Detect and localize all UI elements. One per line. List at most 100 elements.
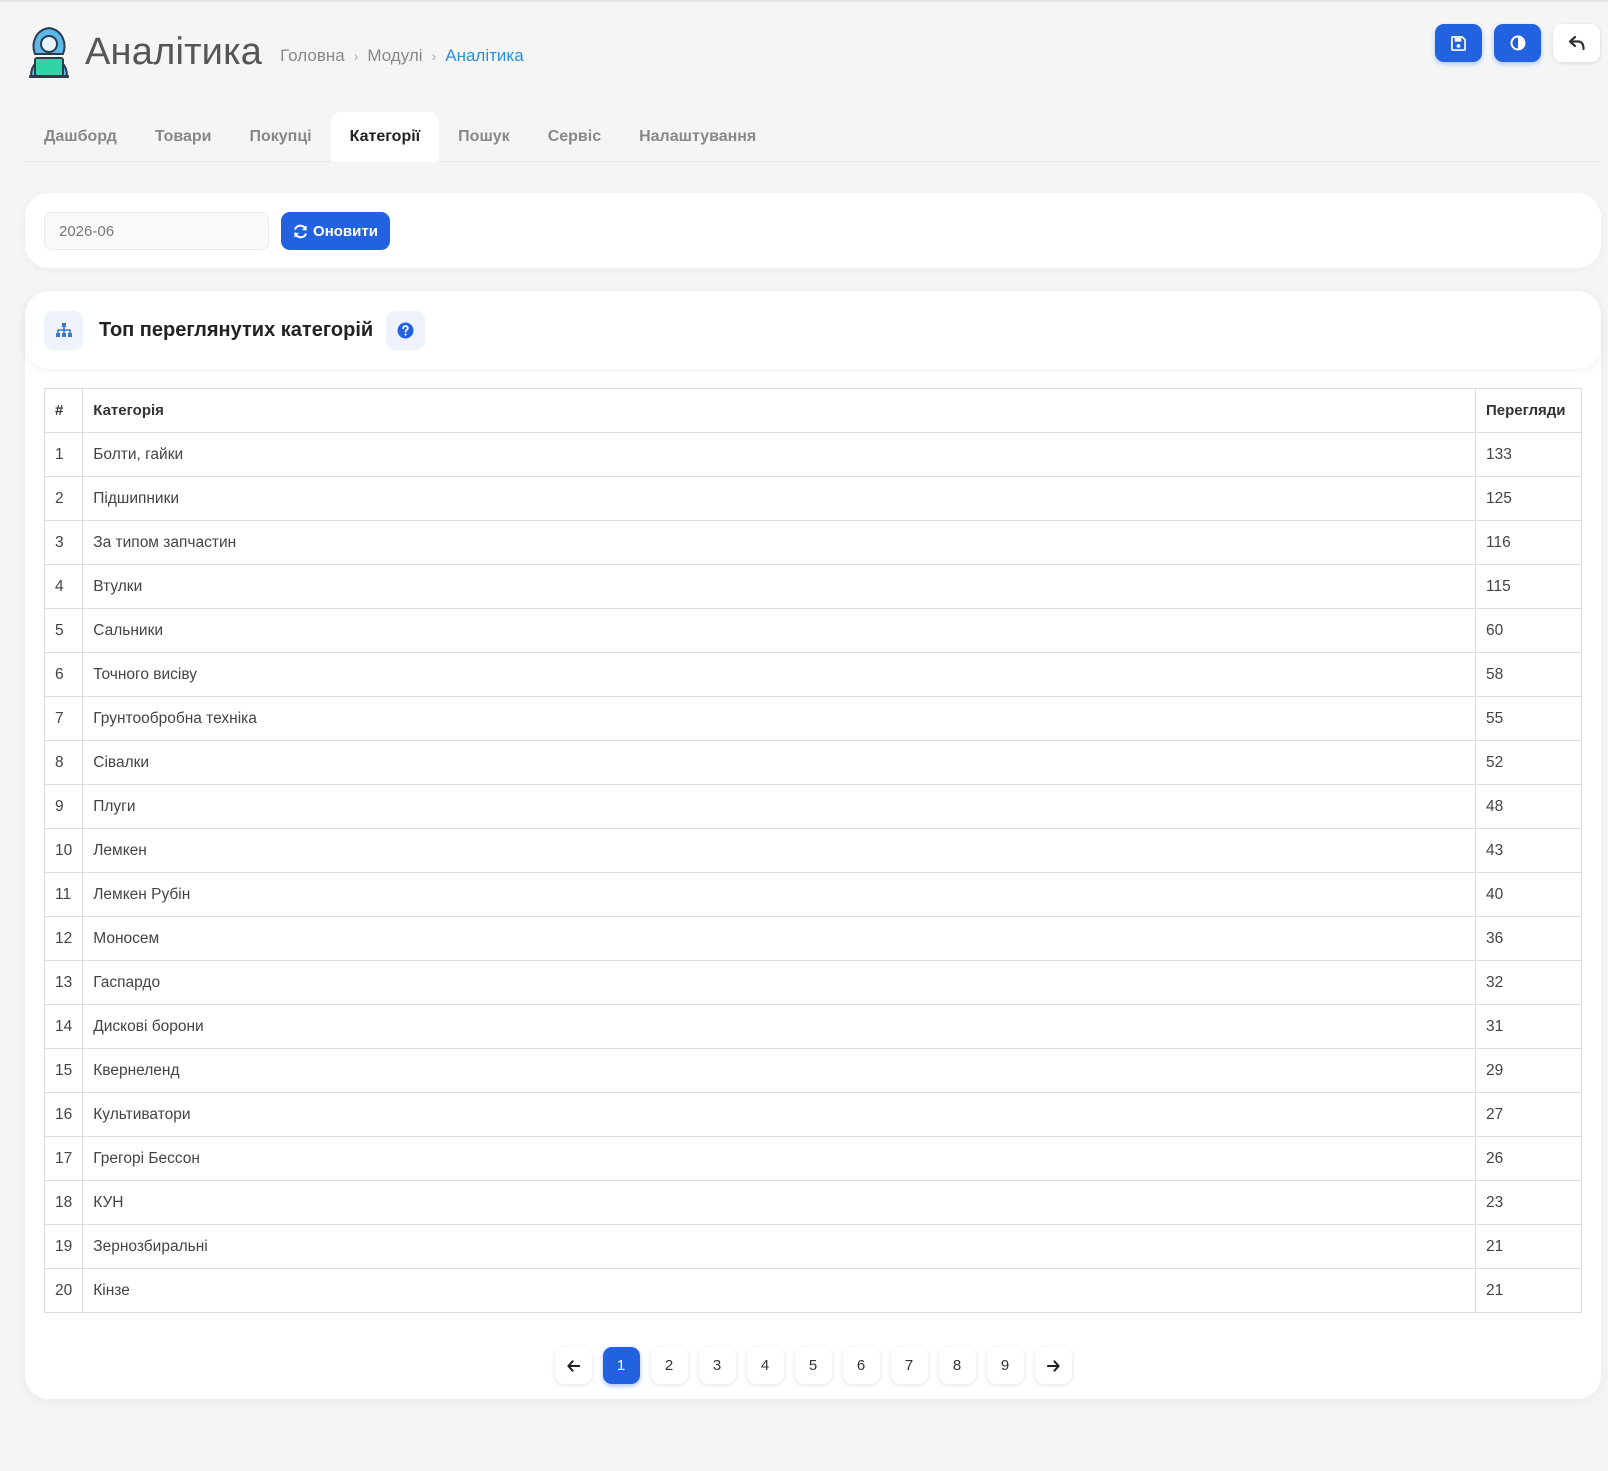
views-cell: 27 [1475,1092,1582,1137]
arrow-right-icon [1046,1359,1060,1372]
category-cell: Грунтообробна техніка [82,696,1476,741]
page-button-4[interactable]: 4 [746,1347,784,1384]
category-cell: Дискові борони [82,1004,1476,1049]
views-cell: 125 [1475,476,1582,521]
views-cell: 116 [1475,520,1582,565]
category-cell: Лемкен Рубін [82,872,1476,917]
month-input[interactable] [44,212,269,250]
next-page-button[interactable] [1034,1347,1072,1384]
table-header-row: # Категорія Перегляди [43,388,1582,433]
category-cell: За типом запчастин [82,520,1476,565]
rank-cell: 5 [43,608,84,653]
breadcrumb-separator-icon: › [353,48,359,64]
page: Аналітика Головна › Модулі › Аналітика Д… [0,0,1608,1471]
refresh-button[interactable]: Оновити [281,212,390,250]
table-row: 18 КУН 23 [43,1180,1582,1225]
views-cell: 36 [1475,916,1582,961]
rank-cell: 13 [43,960,84,1005]
category-cell: Гаспардо [82,960,1476,1005]
page-button-2[interactable]: 2 [650,1347,688,1384]
column-header-category: Категорія [82,388,1476,433]
table-row: 2 Підшипники 125 [43,476,1582,521]
table-row: 3 За типом запчастин 116 [43,520,1582,565]
help-icon[interactable] [386,310,426,350]
prev-page-button[interactable] [554,1347,592,1384]
table-row: 12 Моносем 36 [43,916,1582,961]
category-cell: Грегорі Бессон [82,1136,1476,1181]
category-cell: Культиватори [82,1092,1476,1137]
arrow-left-icon [566,1359,580,1372]
category-cell: Сальники [82,608,1476,653]
table-row: 16 Культиватори 27 [43,1092,1582,1137]
page-button-7[interactable]: 7 [890,1347,928,1384]
category-cell: Підшипники [82,476,1476,521]
breadcrumb: Головна › Модулі › Аналітика [280,46,524,66]
rank-cell: 4 [43,564,84,609]
tab-bar: Дашборд Товари Покупці Категорії Пошук С… [25,112,1601,162]
rank-cell: 20 [43,1268,84,1313]
tab-products[interactable]: Товари [136,112,231,162]
contrast-button[interactable] [1494,24,1541,62]
category-cell: Квернеленд [82,1048,1476,1093]
table-row: 9 Плуги 48 [43,784,1582,829]
views-cell: 40 [1475,872,1582,917]
card-header: Топ переглянутих категорій [25,291,1601,369]
rank-cell: 8 [43,740,84,785]
tab-customers[interactable]: Покупці [231,112,331,162]
undo-icon [1568,35,1585,51]
views-cell: 55 [1475,696,1582,741]
rank-cell: 6 [43,652,84,697]
rank-cell: 11 [43,872,84,917]
rank-cell: 9 [43,784,84,829]
contrast-icon [1510,35,1525,51]
save-icon [1451,35,1466,51]
tab-service[interactable]: Сервіс [529,112,620,162]
breadcrumb-home[interactable]: Головна [280,46,345,66]
page-button-8[interactable]: 8 [938,1347,976,1384]
rank-cell: 16 [43,1092,84,1137]
views-cell: 21 [1475,1224,1582,1269]
table-row: 6 Точного висіву 58 [43,652,1582,697]
views-cell: 21 [1475,1268,1582,1313]
rank-cell: 14 [43,1004,84,1049]
page-button-9[interactable]: 9 [986,1347,1024,1384]
tab-search[interactable]: Пошук [439,112,529,162]
views-cell: 115 [1475,564,1582,609]
rank-cell: 7 [43,696,84,741]
refresh-icon [294,224,307,238]
save-button[interactable] [1435,24,1482,62]
views-cell: 23 [1475,1180,1582,1225]
views-cell: 48 [1475,784,1582,829]
page-button-5[interactable]: 5 [794,1347,832,1384]
breadcrumb-analytics[interactable]: Аналітика [445,46,523,66]
category-cell: Зернозбиральні [82,1224,1476,1269]
breadcrumb-modules[interactable]: Модулі [367,46,422,66]
category-cell: КУН [82,1180,1476,1225]
category-cell: Точного висіву [82,652,1476,697]
sitemap-icon [44,310,83,350]
tab-settings[interactable]: Налаштування [620,112,775,162]
header-actions [1435,24,1600,62]
card-title: Топ переглянутих категорій [99,318,374,341]
category-cell: Сівалки [82,740,1476,785]
rank-cell: 10 [43,828,84,873]
views-cell: 58 [1475,652,1582,697]
tab-categories[interactable]: Категорії [330,112,440,162]
page-button-1[interactable]: 1 [602,1347,640,1384]
table-row: 14 Дискові борони 31 [43,1004,1582,1049]
rank-cell: 18 [43,1180,84,1225]
table-row: 11 Лемкен Рубін 40 [43,872,1582,917]
views-cell: 31 [1475,1004,1582,1049]
page-button-6[interactable]: 6 [842,1347,880,1384]
table-row: 1 Болти, гайки 133 [43,432,1582,477]
breadcrumb-separator-icon: › [431,48,437,64]
table-row: 4 Втулки 115 [43,564,1582,609]
app-title: Аналітика [85,30,263,73]
tab-dashboard[interactable]: Дашборд [25,112,136,162]
views-cell: 52 [1475,740,1582,785]
back-button[interactable] [1553,24,1600,62]
table-row: 17 Грегорі Бессон 26 [43,1136,1582,1181]
hacker-logo-icon [29,26,69,78]
page-button-3[interactable]: 3 [698,1347,736,1384]
views-cell: 133 [1475,432,1582,477]
